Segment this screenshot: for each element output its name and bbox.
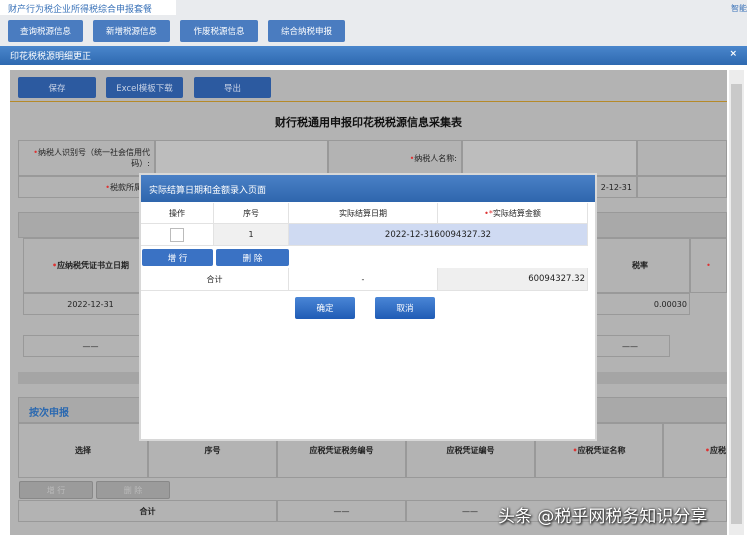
col-index: 序号 — [214, 203, 289, 224]
col-header-required: • — [690, 238, 727, 293]
divider — [10, 101, 727, 102]
row-rate: 0.00030 — [590, 293, 690, 315]
window-titlebar: 印花税税源明细更正 — [0, 46, 747, 65]
col-select: 选择 — [18, 423, 148, 478]
taxpayer-name-label: • 纳税人名称: — [328, 140, 462, 176]
empty-cell — [637, 176, 727, 198]
settlement-dialog: 实际结算日期和金额录入页面 操作 序号 实际结算日期 •* 实际结算金额 1 20… — [139, 173, 597, 441]
add-row-button-disabled[interactable]: 增 行 — [19, 481, 93, 499]
row-dash: —— — [23, 335, 158, 357]
col-settlement-date: 实际结算日期 — [289, 203, 438, 224]
period-label: • 税款所属期 — [18, 176, 155, 198]
dialog-title: 实际结算日期和金额录入页面 — [141, 175, 595, 202]
excel-download-button[interactable]: Excel模板下载 — [106, 77, 183, 98]
top-tab[interactable]: 财产行为税企业所得税综合申报套餐 — [0, 0, 176, 15]
row-operation — [141, 224, 214, 246]
total-label: 合计 — [141, 268, 289, 291]
nav-query-button[interactable]: 查询税源信息 — [8, 20, 83, 42]
cancel-button[interactable]: 取消 — [375, 297, 435, 319]
row-index: 1 — [214, 224, 289, 246]
taxpayer-id-field[interactable] — [155, 140, 328, 176]
col-taxable: • 应税 — [663, 423, 727, 478]
total-date: - — [289, 268, 438, 291]
taxpayer-name-field[interactable] — [462, 140, 637, 176]
nav-declare-button[interactable]: 综合纳税申报 — [268, 20, 345, 42]
empty-cell — [637, 140, 727, 176]
close-icon[interactable]: × — [729, 49, 737, 59]
nav-add-button[interactable]: 新增税源信息 — [93, 20, 170, 42]
window-title: 印花税税源明细更正 — [10, 52, 92, 62]
export-button[interactable]: 导出 — [194, 77, 271, 98]
col-operation: 操作 — [141, 203, 214, 224]
add-row-button[interactable]: 增 行 — [142, 249, 213, 266]
delete-row-button-disabled[interactable]: 删 除 — [96, 481, 170, 499]
row-date: 2022-12-31 — [23, 293, 158, 315]
col-settlement-amount: •* 实际结算金额 — [438, 203, 588, 224]
row-dash: —— — [590, 335, 670, 357]
nav-void-button[interactable]: 作废税源信息 — [180, 20, 258, 42]
total-amount: 60094327.32 — [438, 268, 588, 291]
col-header-rate: 税率 — [590, 238, 690, 293]
total-label: 合计 — [18, 500, 277, 522]
smart-link[interactable]: 智能 — [731, 3, 747, 14]
confirm-button[interactable]: 确定 — [295, 297, 355, 319]
save-button[interactable]: 保存 — [18, 77, 96, 98]
form-heading: 财行税通用申报印花税税源信息采集表 — [275, 116, 462, 129]
col-header-date: • 应纳税凭证书立日期 — [23, 238, 158, 293]
taxpayer-id-label: •纳税人识别号（统一社会信用代码）: — [18, 140, 155, 176]
row-date-amount-field[interactable]: 2022-12-3160094327.32 — [289, 224, 588, 246]
row-checkbox[interactable] — [170, 227, 184, 242]
delete-row-button[interactable]: 删 除 — [216, 249, 289, 266]
scrollbar-thumb[interactable] — [731, 84, 742, 524]
watermark: 头条 @税乎网税务知识分享 — [498, 507, 708, 527]
total-dash: —— — [277, 500, 406, 522]
